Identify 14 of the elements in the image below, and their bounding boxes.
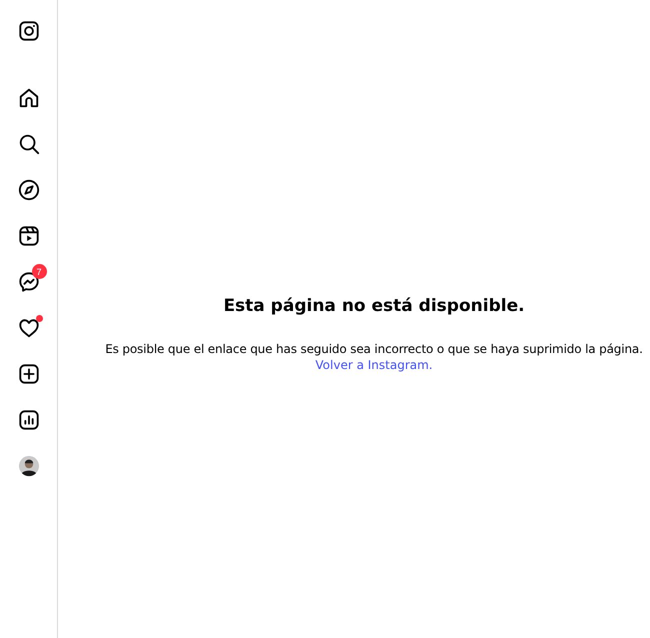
search-icon [18, 133, 40, 155]
home-icon [18, 87, 40, 109]
page-title: Esta página no está disponible. [223, 296, 525, 316]
notification-badge: 7 [32, 264, 46, 279]
plus-square-icon [18, 363, 40, 385]
heart-icon [18, 317, 40, 339]
compass-icon [18, 179, 40, 201]
video-play-icon [18, 225, 40, 247]
camera-logo-icon [18, 20, 40, 42]
bar-chart-icon [18, 409, 40, 431]
error-message: Es posible que el enlace que has seguido sea incorrecto o que se haya suprimido la página. [105, 342, 643, 356]
avatar-icon [18, 455, 40, 477]
back-link[interactable]: Volver a Instagram. [315, 358, 433, 372]
nav-button[interactable]: 7 [10, 264, 46, 300]
